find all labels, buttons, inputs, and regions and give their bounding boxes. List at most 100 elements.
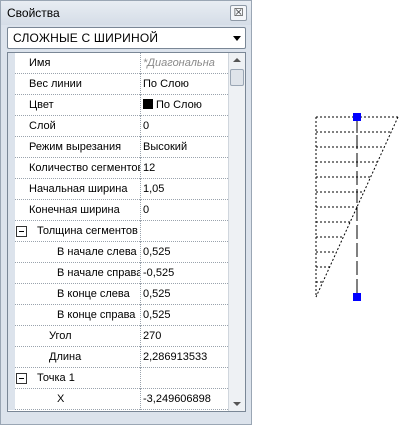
- chevron-down-icon[interactable]: [233, 36, 241, 41]
- property-row[interactable]: В конце слева 0,525: [8, 284, 228, 305]
- property-name: X: [15, 389, 141, 410]
- vertical-scrollbar[interactable]: [228, 53, 245, 411]
- property-row[interactable]: Длина 2,286913533: [8, 347, 228, 368]
- property-value-text: 0: [143, 120, 150, 132]
- property-row[interactable]: Имя *Диагональна: [8, 53, 228, 74]
- property-group-row[interactable]: Точка 1: [8, 368, 228, 389]
- property-name: Количество сегментов: [15, 158, 141, 179]
- start-grip-icon[interactable]: [353, 113, 361, 121]
- property-value[interactable]: 1,05: [142, 179, 228, 200]
- property-value[interactable]: [142, 368, 228, 389]
- property-name: Вес линии: [15, 74, 141, 95]
- property-value[interactable]: 0: [142, 200, 228, 221]
- drawing-canvas[interactable]: [255, 0, 401, 425]
- property-value-text: 0,525: [143, 288, 171, 300]
- property-row[interactable]: В начале справа -0,525: [8, 263, 228, 284]
- property-value[interactable]: 0,525: [142, 242, 228, 263]
- row-gutter: [8, 263, 15, 284]
- property-value[interactable]: 270: [142, 326, 228, 347]
- property-name: В начале слева: [15, 242, 141, 263]
- property-list: Имя *Диагональна Вес линии По Слою Цвет По Сл…: [8, 53, 228, 410]
- row-gutter: [8, 221, 15, 242]
- property-value[interactable]: По Слою: [142, 95, 228, 116]
- row-gutter: [8, 242, 15, 263]
- property-row[interactable]: Конечная ширина 0: [8, 200, 228, 221]
- property-value[interactable]: 12: [142, 158, 228, 179]
- property-value[interactable]: По Слою: [142, 74, 228, 95]
- property-row[interactable]: В начале слева 0,525: [8, 242, 228, 263]
- row-gutter: [8, 284, 15, 305]
- property-row[interactable]: Угол 270: [8, 326, 228, 347]
- row-gutter: [8, 137, 15, 158]
- property-value-text: 0: [143, 204, 150, 216]
- property-row[interactable]: Количество сегментов 12: [8, 158, 228, 179]
- property-name: Толщина сегментов: [15, 221, 141, 242]
- scroll-up-icon[interactable]: [233, 58, 241, 62]
- row-gutter: [8, 368, 15, 389]
- property-value-text: 12: [143, 162, 156, 174]
- end-grip-icon[interactable]: [353, 293, 361, 301]
- property-name: Цвет: [15, 95, 141, 116]
- property-value-text: 0,525: [143, 309, 171, 321]
- property-value-text: По Слою: [143, 78, 189, 90]
- close-icon[interactable]: ☒: [230, 5, 247, 21]
- property-value-text: По Слою: [156, 99, 202, 111]
- property-name: Начальная ширина: [15, 179, 141, 200]
- property-group-row[interactable]: Толщина сегментов: [8, 221, 228, 242]
- property-value-text: Высокий: [143, 141, 188, 153]
- property-value-text: 0,525: [143, 246, 171, 258]
- row-gutter: [8, 74, 15, 95]
- row-gutter: [8, 200, 15, 221]
- row-gutter: [8, 326, 15, 347]
- property-name: В начале справа: [15, 263, 141, 284]
- property-value[interactable]: 0: [142, 116, 228, 137]
- property-value[interactable]: Высокий: [142, 137, 228, 158]
- object-type-dropdown[interactable]: СЛОЖНЫЕ С ШИРИНОЙ: [7, 27, 246, 49]
- scroll-down-icon[interactable]: [233, 402, 241, 406]
- row-gutter: [8, 389, 15, 410]
- scroll-thumb[interactable]: [230, 69, 244, 86]
- property-name: Конечная ширина: [15, 200, 141, 221]
- property-name: В конце слева: [15, 284, 141, 305]
- property-value[interactable]: 2,286913533: [142, 347, 228, 368]
- property-value[interactable]: 0,525: [142, 284, 228, 305]
- row-gutter: [8, 53, 15, 74]
- property-value[interactable]: -0,525: [142, 263, 228, 284]
- row-gutter: [8, 95, 15, 116]
- row-gutter: [8, 305, 15, 326]
- property-name: Слой: [15, 116, 141, 137]
- properties-panel: Свойства ☒ СЛОЖНЫЕ С ШИРИНОЙ Имя *Диагона…: [0, 0, 252, 425]
- property-value[interactable]: *Диагональна: [142, 53, 228, 74]
- property-row[interactable]: Режим вырезания Высокий: [8, 137, 228, 158]
- property-row[interactable]: Начальная ширина 1,05: [8, 179, 228, 200]
- property-value[interactable]: [142, 221, 228, 242]
- property-value-text: 270: [143, 330, 162, 342]
- property-name: Режим вырезания: [15, 137, 141, 158]
- row-gutter: [8, 179, 15, 200]
- property-row[interactable]: Слой 0: [8, 116, 228, 137]
- object-type-value: СЛОЖНЫЕ С ШИРИНОЙ: [13, 31, 159, 45]
- property-value[interactable]: 0,525: [142, 305, 228, 326]
- property-value-text: *Диагональна: [143, 57, 215, 69]
- property-row[interactable]: Цвет По Слою: [8, 95, 228, 116]
- color-swatch: [143, 99, 153, 109]
- panel-titlebar[interactable]: Свойства ☒: [1, 1, 251, 25]
- property-name: Угол: [15, 326, 141, 347]
- property-value-text: 1,05: [143, 183, 165, 195]
- property-row[interactable]: В конце справа 0,525: [8, 305, 228, 326]
- row-gutter: [8, 116, 15, 137]
- property-value[interactable]: -3,249606898: [142, 389, 228, 410]
- property-row[interactable]: Вес линии По Слою: [8, 74, 228, 95]
- property-value-text: -0,525: [143, 267, 175, 279]
- property-name: Длина: [15, 347, 141, 368]
- property-value-text: -3,249606898: [143, 393, 211, 405]
- row-gutter: [8, 158, 15, 179]
- property-grid: Имя *Диагональна Вес линии По Слою Цвет По Сл…: [7, 52, 246, 412]
- property-value-text: 2,286913533: [143, 351, 208, 363]
- property-row[interactable]: X -3,249606898: [8, 389, 228, 410]
- polyline-preview: [315, 113, 399, 301]
- property-name: Имя: [15, 53, 141, 74]
- property-name: Точка 1: [15, 368, 141, 389]
- property-name: В конце справа: [15, 305, 141, 326]
- row-gutter: [8, 347, 15, 368]
